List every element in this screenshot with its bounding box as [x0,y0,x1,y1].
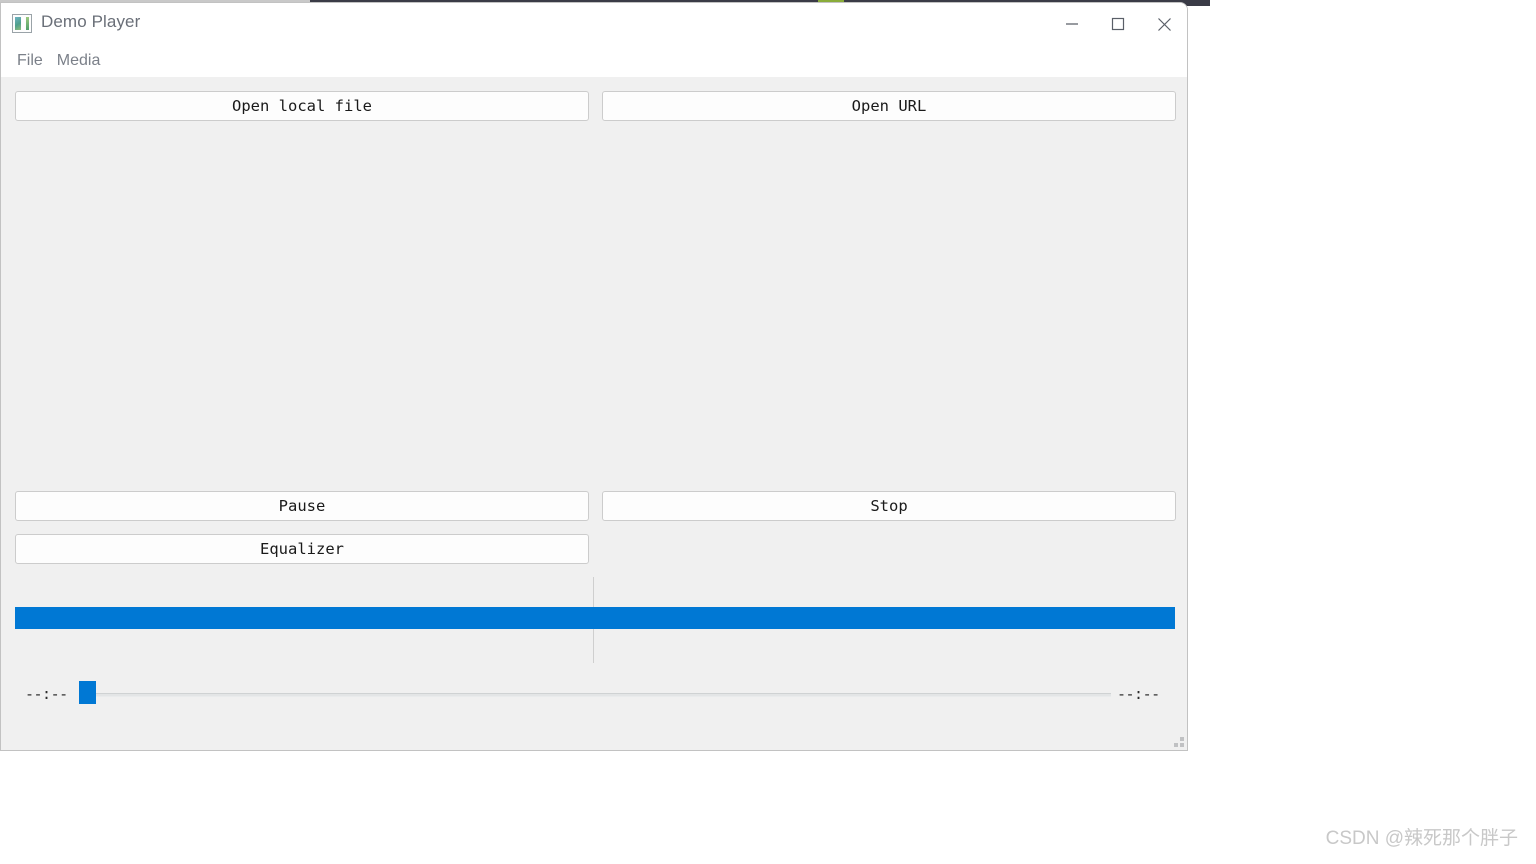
minimize-button[interactable] [1049,3,1095,45]
menu-bar: File Media [1,45,1187,77]
progress-bar[interactable] [15,607,1175,629]
maximize-icon [1111,17,1125,31]
media-player-icon [12,14,32,33]
window-title: Demo Player [41,12,141,31]
close-button[interactable] [1141,3,1187,45]
pause-button[interactable]: Pause [15,491,589,521]
window-controls [1049,3,1187,45]
menu-item-file[interactable]: File [10,50,50,72]
content-area: Open local file Open URL Pause Stop Equa… [1,77,1187,750]
title-bar: Demo Player [1,3,1187,45]
app-window: Demo Player File Media Open local file O… [0,2,1188,751]
total-time-label: --:-- [1117,685,1160,703]
seek-slider-track[interactable] [79,693,1111,697]
open-local-file-button[interactable]: Open local file [15,91,589,121]
watermark: CSDN @辣死那个胖子 [1325,828,1518,849]
minimize-icon [1066,23,1078,25]
menu-item-media[interactable]: Media [50,50,108,72]
equalizer-button[interactable]: Equalizer [15,534,589,564]
seek-slider-handle[interactable] [79,681,96,704]
screen: Demo Player File Media Open local file O… [0,0,1536,864]
seek-row: --:-- --:-- [1,677,1187,717]
close-icon [1157,17,1171,31]
stop-button[interactable]: Stop [602,491,1176,521]
elapsed-time-label: --:-- [25,685,68,703]
maximize-button[interactable] [1095,3,1141,45]
open-url-button[interactable]: Open URL [602,91,1176,121]
resize-grip[interactable] [1172,735,1184,747]
